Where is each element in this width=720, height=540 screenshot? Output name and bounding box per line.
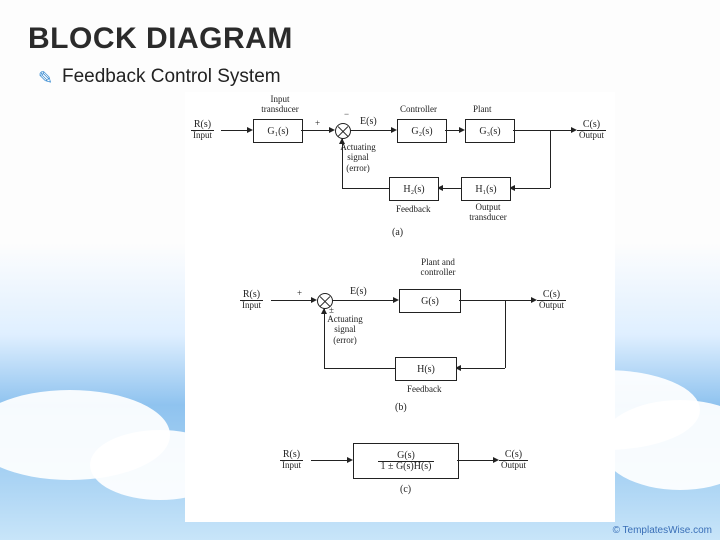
block-g1: G₁(s) (253, 119, 303, 143)
label-c: (c) (400, 484, 411, 496)
page-title: BLOCK DIAGRAM (28, 22, 293, 56)
tf-den: 1 ± G(s)H(s) (378, 462, 433, 472)
label-output-transducer: Outputtransducer (463, 202, 513, 223)
label-Ea: E(s) (360, 116, 377, 128)
label-Cc-sub: Output (499, 461, 528, 470)
block-hb: H(s) (395, 357, 457, 381)
summing-junction-a (335, 123, 351, 139)
label-Cb-sub: Output (537, 301, 566, 310)
label-b: (b) (395, 402, 407, 414)
label-input-transducer: Inputtransducer (255, 94, 305, 115)
label-plant-controller: Plant andcontroller (410, 257, 466, 278)
plus-sign-a: + (315, 118, 320, 128)
block-h2: H₂(s) (389, 177, 439, 201)
diagram-panel: Inputtransducer Controller Plant R(s)Inp… (185, 92, 615, 522)
minus-sign-a: − (344, 109, 349, 119)
label-controller: Controller (400, 104, 437, 114)
credit-text: © TemplatesWise.com (613, 525, 712, 536)
label-plant: Plant (473, 104, 492, 114)
bullet-icon: ✎ (38, 68, 53, 89)
label-actuating-a: Actuatingsignal(error) (333, 142, 383, 173)
label-Ra-sub: Input (191, 131, 214, 140)
label-actuating-b: Actuatingsignal(error) (320, 314, 370, 345)
block-g3: G₃(s) (465, 119, 515, 143)
plus-sign-b: + (297, 288, 302, 298)
block-gb: G(s) (399, 289, 461, 313)
block-h1: H₁(s) (461, 177, 511, 201)
block-g2: G₂(s) (397, 119, 447, 143)
label-Rb-sub: Input (240, 301, 263, 310)
label-Rc-sub: Input (280, 461, 303, 470)
tf-num: G(s) (378, 451, 433, 462)
subtitle: Feedback Control System (62, 66, 281, 88)
block-tf: G(s)1 ± G(s)H(s) (353, 443, 459, 479)
label-a: (a) (392, 227, 403, 239)
label-Ca-sub: Output (577, 131, 606, 140)
label-feedback-b: Feedback (407, 384, 441, 394)
label-feedback-a: Feedback (396, 204, 430, 214)
label-Eb: E(s) (350, 286, 367, 298)
